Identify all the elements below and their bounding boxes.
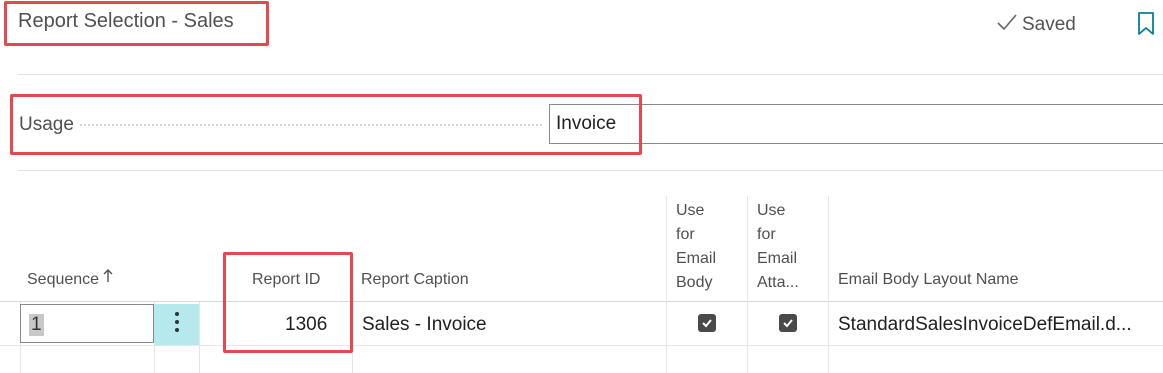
row-actions-button[interactable] <box>154 304 199 345</box>
saved-label: Saved <box>1022 14 1076 35</box>
column-separator <box>666 196 667 300</box>
email-attachment-header-line-3: Email <box>757 250 798 267</box>
report-id-highlight-box <box>223 252 353 353</box>
checkmark-icon <box>996 12 1018 38</box>
email-body-header-line-1: Use <box>676 202 705 219</box>
sequence-field[interactable]: 1 <box>20 304 154 343</box>
title-highlight-box <box>4 1 269 46</box>
usage-divider <box>18 170 1163 171</box>
column-header-sequence[interactable]: Sequence <box>27 268 113 292</box>
cell-separator <box>747 301 748 373</box>
column-header-use-for-email-attachment[interactable]: Use for Email Atta... <box>757 199 799 295</box>
column-header-report-caption[interactable]: Report Caption <box>361 268 469 292</box>
email-body-header-line-3: Email <box>676 250 717 267</box>
email-attachment-header-line-4: Atta... <box>757 274 799 291</box>
sequence-value: 1 <box>29 314 44 336</box>
more-vertical-icon <box>174 311 180 338</box>
use-for-email-body-checkbox[interactable] <box>698 314 716 332</box>
sort-ascending-icon <box>103 268 113 292</box>
header-divider <box>18 74 1163 75</box>
table-header-divider <box>0 301 1163 302</box>
bookmark-icon[interactable] <box>1136 11 1156 37</box>
cell-separator <box>666 301 667 373</box>
email-body-header-line-4: Body <box>676 274 713 291</box>
column-header-use-for-email-body[interactable]: Use for Email Body <box>676 199 716 295</box>
email-attachment-header-line-2: for <box>757 226 776 243</box>
column-separator <box>747 196 748 300</box>
sequence-header-label: Sequence <box>27 271 100 288</box>
email-attachment-header-line-1: Use <box>757 202 786 219</box>
saved-status: Saved <box>996 12 1076 38</box>
row-divider <box>0 345 1163 346</box>
email-body-layout-name-cell[interactable]: StandardSalesInvoiceDefEmail.d... <box>838 314 1160 336</box>
cell-separator <box>199 301 200 373</box>
use-for-email-attachment-checkbox[interactable] <box>779 314 797 332</box>
report-caption-cell[interactable]: Sales - Invoice <box>362 314 487 336</box>
column-separator <box>828 196 829 300</box>
column-header-email-body-layout-name[interactable]: Email Body Layout Name <box>838 268 1019 292</box>
cell-separator <box>828 301 829 373</box>
email-body-header-line-2: for <box>676 226 695 243</box>
usage-highlight-box <box>10 94 642 155</box>
